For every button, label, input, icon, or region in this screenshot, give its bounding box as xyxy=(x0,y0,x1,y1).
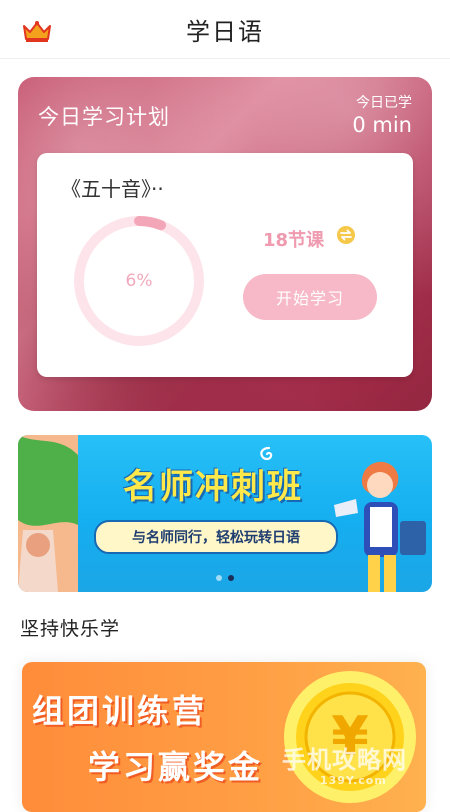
today-studied-label: 今日已学 xyxy=(356,95,412,111)
banner-pagination xyxy=(216,575,234,581)
watermark: 手机攻略网 139Y.com xyxy=(282,740,450,800)
today-studied-value: 0 min xyxy=(352,113,412,137)
study-plan-card: 今日学习计划 今日已学 0 min 《五十音》·· 6% 18节课 开始学习 xyxy=(18,77,432,411)
progress-percent: 6% xyxy=(125,271,153,291)
course-name: 《五十音》·· xyxy=(61,177,164,201)
promo-title-line1: 组团训练营 xyxy=(32,692,208,730)
pagination-dot[interactable] xyxy=(216,575,222,581)
course-card[interactable]: 《五十音》·· 6% 18节课 开始学习 xyxy=(37,153,413,377)
page-title: 学日语 xyxy=(186,17,264,46)
app-header: 学日语 xyxy=(0,0,450,59)
promo-title-line2: 学习赢奖金 xyxy=(88,748,264,786)
plan-title: 今日学习计划 xyxy=(38,105,170,129)
switch-icon[interactable] xyxy=(336,225,356,245)
promo-banner[interactable]: 名师冲刺班 与名师同行，轻松玩转日语 xyxy=(18,435,432,592)
crown-icon[interactable] xyxy=(22,20,52,44)
banner-subtitle: 与名师同行，轻松玩转日语 xyxy=(94,520,338,554)
banner-title: 名师冲刺班 xyxy=(123,467,303,507)
watermark-text: 手机攻略网 xyxy=(282,746,407,774)
pagination-dot-active[interactable] xyxy=(228,575,234,581)
banner-illustration-teacher xyxy=(334,461,426,592)
banner-illustration-left xyxy=(18,435,78,592)
section-title: 坚持快乐学 xyxy=(20,618,121,640)
watermark-subtext: 139Y.com xyxy=(320,774,387,787)
lesson-count: 18节课 xyxy=(263,230,325,251)
start-study-button[interactable]: 开始学习 xyxy=(243,274,377,320)
